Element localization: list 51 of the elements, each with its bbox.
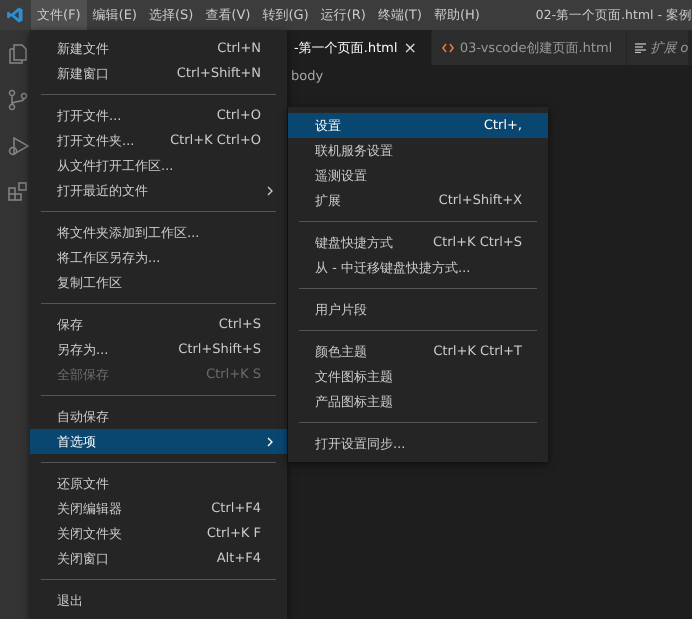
code-icon bbox=[442, 42, 454, 52]
extensions-icon bbox=[6, 180, 30, 204]
menu-item[interactable]: 遥测设置 bbox=[288, 163, 548, 188]
menu-bar-item[interactable]: 运行(R) bbox=[314, 0, 372, 30]
editor-tab[interactable]: 扩展 o bbox=[627, 30, 690, 65]
window-title: 02-第一个页面.html - 案例 bbox=[536, 6, 692, 24]
editor-tab[interactable]: -第一个页面.html × bbox=[284, 30, 432, 65]
menu-item[interactable]: 保存 Ctrl+S bbox=[30, 312, 287, 337]
menu-item[interactable]: 键盘快捷方式 Ctrl+K Ctrl+S bbox=[288, 230, 548, 255]
menu-item[interactable]: 关闭窗口 Alt+F4 bbox=[30, 546, 287, 571]
menu-item[interactable]: 另存为... Ctrl+Shift+S bbox=[30, 337, 287, 362]
menu-item[interactable]: 颜色主题 Ctrl+K Ctrl+T bbox=[288, 339, 548, 364]
chevron-right-icon bbox=[267, 186, 273, 196]
menu-item[interactable]: 将文件夹添加到工作区... bbox=[30, 220, 287, 245]
menu-item[interactable]: 从 - 中迁移键盘快捷方式... bbox=[288, 255, 548, 280]
menu-bar-item[interactable]: 编辑(E) bbox=[86, 0, 143, 30]
menu-item[interactable]: 打开最近的文件 bbox=[30, 178, 287, 203]
menu-item[interactable]: 将工作区另存为... bbox=[30, 245, 287, 270]
menu-item[interactable]: 自动保存 bbox=[30, 404, 287, 429]
menu-item[interactable]: 从文件打开工作区... bbox=[30, 153, 287, 178]
menu-item[interactable]: 关闭编辑器 Ctrl+F4 bbox=[30, 496, 287, 521]
app-logo-icon bbox=[6, 6, 24, 24]
menu-item[interactable]: 新建窗口 Ctrl+Shift+N bbox=[30, 61, 287, 86]
menu-bar-item[interactable]: 文件(F) bbox=[31, 0, 87, 30]
menu-bar-item[interactable]: 转到(G) bbox=[256, 0, 315, 30]
menu-item[interactable]: 设置 Ctrl+, bbox=[288, 113, 548, 138]
debug-icon bbox=[6, 134, 30, 158]
breadcrumb-item[interactable]: body bbox=[291, 68, 324, 84]
menu-item[interactable]: 打开文件夹... Ctrl+K Ctrl+O bbox=[30, 128, 287, 153]
chevron-right-icon bbox=[267, 436, 273, 446]
menu-item[interactable]: 产品图标主题 bbox=[288, 389, 548, 414]
menu-item[interactable]: 打开设置同步... bbox=[288, 431, 548, 456]
menu-bar-item[interactable]: 终端(T) bbox=[372, 0, 428, 30]
menu-item[interactable]: 首选项 bbox=[30, 429, 287, 454]
menu-bar-item[interactable]: 查看(V) bbox=[199, 0, 256, 30]
menu-item[interactable]: 还原文件 bbox=[30, 471, 287, 496]
close-icon[interactable]: × bbox=[403, 38, 417, 57]
list-icon bbox=[635, 42, 646, 52]
source-control-icon bbox=[6, 88, 30, 112]
menu-item[interactable]: 联机服务设置 bbox=[288, 138, 548, 163]
editor-tab[interactable]: 03-vscode创建页面.html bbox=[432, 30, 628, 65]
menu-item[interactable]: 扩展 Ctrl+Shift+X bbox=[288, 188, 548, 213]
menu-item[interactable]: 打开文件... Ctrl+O bbox=[30, 103, 287, 128]
menu-item[interactable]: 用户片段 bbox=[288, 297, 548, 322]
menu-bar-item[interactable]: 选择(S) bbox=[142, 0, 200, 30]
menu-item[interactable]: 退出 bbox=[30, 588, 287, 613]
menu-item[interactable]: 关闭文件夹 Ctrl+K F bbox=[30, 521, 287, 546]
menu-item[interactable]: 新建文件 Ctrl+N bbox=[30, 36, 287, 61]
menu-bar-item[interactable]: 帮助(H) bbox=[428, 0, 486, 30]
menu-item[interactable]: 复制工作区 bbox=[30, 270, 287, 295]
menu-item[interactable]: 文件图标主题 bbox=[288, 364, 548, 389]
